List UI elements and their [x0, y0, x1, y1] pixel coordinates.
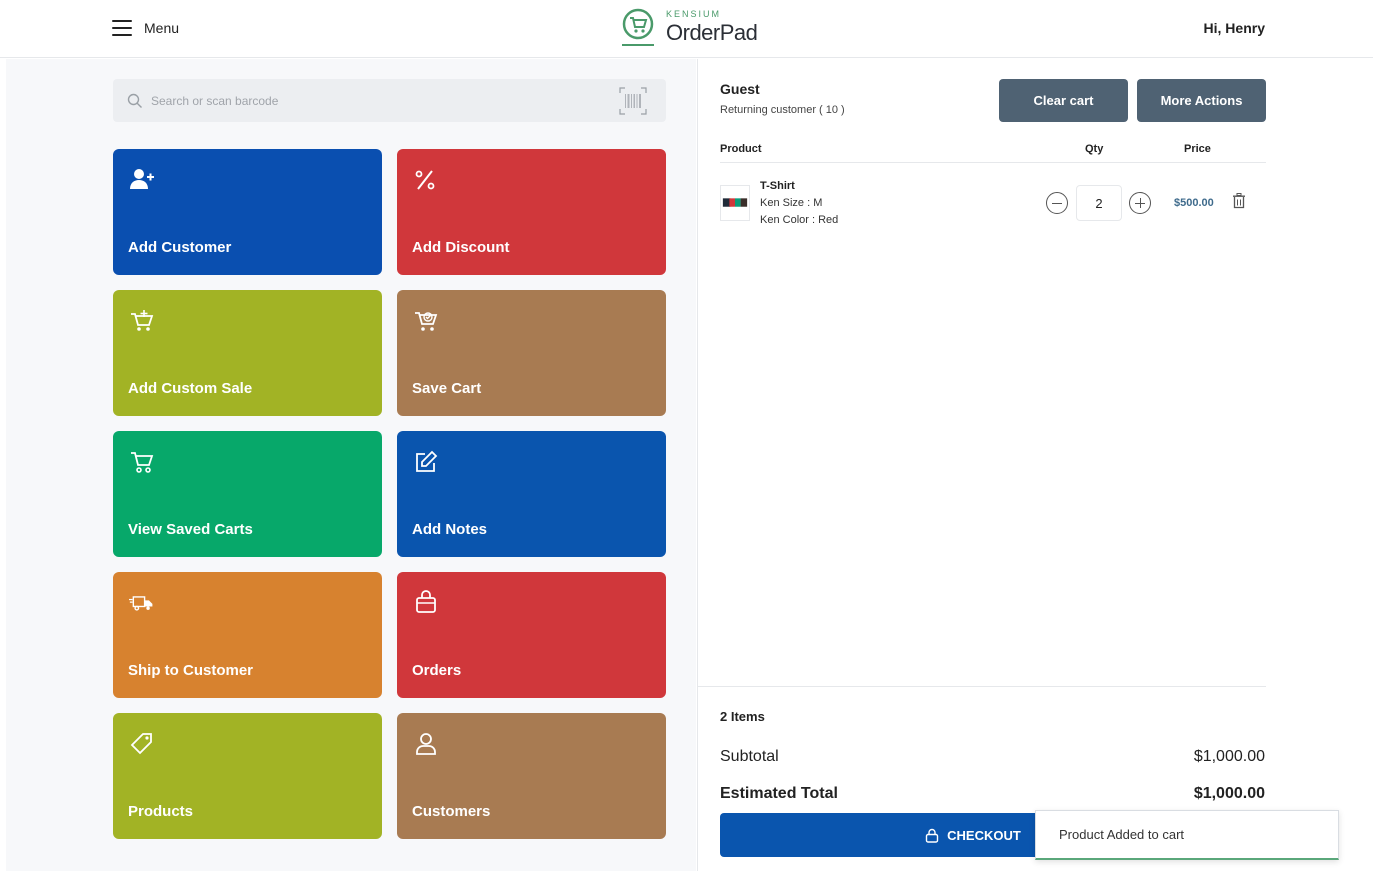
tile-add-discount[interactable]: Add Discount [397, 149, 666, 275]
header-divider [720, 162, 1266, 163]
estimated-total-label: Estimated Total [720, 785, 838, 802]
user-icon [416, 733, 436, 755]
hamburger-icon [112, 20, 132, 36]
top-header: Menu KENSIUM OrderPad Hi, Henry [0, 0, 1373, 58]
tile-customers[interactable]: Customers [397, 713, 666, 839]
tile-label: Save Cart [412, 380, 482, 397]
logo-brand: KENSIUM [666, 9, 722, 19]
tile-label: Ship to Customer [128, 662, 254, 679]
item-count: 2 Items [720, 709, 765, 724]
customer-status: Returning customer ( 10 ) [720, 104, 845, 116]
qty-input[interactable] [1076, 185, 1122, 221]
user-greeting[interactable]: Hi, Henry [1204, 20, 1265, 36]
column-header-price: Price [1184, 143, 1211, 155]
tile-label: Add Customer [128, 239, 232, 256]
product-attribute: Ken Size : M [760, 197, 823, 209]
cart-panel: Guest Returning customer ( 10 ) Clear ca… [697, 59, 1368, 871]
trash-icon[interactable] [1232, 193, 1246, 209]
qty-decrease-button[interactable] [1046, 192, 1068, 214]
tile-label: Add Notes [412, 521, 487, 538]
bag-icon [416, 590, 436, 613]
action-panel: Add Customer Add Discount Add Custom Sal… [6, 59, 696, 871]
tile-products[interactable]: Products [113, 713, 382, 839]
estimated-total-value: $1,000.00 [1193, 785, 1265, 802]
tile-label: Products [128, 803, 194, 820]
barcode-scan-icon[interactable] [618, 86, 648, 116]
search-bar [113, 79, 666, 122]
column-header-qty: Qty [1085, 143, 1104, 155]
product-attribute: Ken Color : Red [760, 214, 839, 226]
app-logo: KENSIUM OrderPad [618, 6, 758, 48]
search-input[interactable] [151, 93, 591, 108]
column-header-product: Product [720, 143, 762, 155]
cart-icon [131, 452, 154, 473]
summary-divider [698, 686, 1266, 687]
menu-button[interactable]: Menu [112, 16, 179, 40]
toast-message: Product Added to cart [1059, 827, 1185, 842]
tile-label: Customers [412, 803, 491, 820]
search-icon [127, 93, 142, 108]
tile-add-notes[interactable]: Add Notes [397, 431, 666, 557]
toast-notification: Product Added to cart [1035, 810, 1339, 860]
logo-text: KENSIUM OrderPad [666, 9, 758, 45]
cart-save-icon [415, 312, 438, 331]
app-root: Menu KENSIUM OrderPad Hi, Henry Search o… [0, 0, 1373, 871]
tile-add-custom-sale[interactable]: Add Custom Sale [113, 290, 382, 416]
subtotal-value: $1,000.00 [1193, 748, 1265, 765]
subtotal-label: Subtotal [720, 748, 779, 765]
tile-label: Add Custom Sale [128, 380, 253, 397]
product-thumbnail [720, 185, 750, 221]
logo-cart-icon [622, 8, 654, 46]
more-actions-button[interactable]: More Actions [1137, 79, 1266, 122]
qty-increase-button[interactable] [1129, 192, 1151, 214]
edit-icon [416, 450, 438, 472]
customer-name: Guest [720, 81, 760, 97]
truck-icon [129, 596, 153, 611]
menu-label: Menu [144, 20, 180, 36]
tile-view-saved-carts[interactable]: View Saved Carts [113, 431, 382, 557]
add-user-icon [130, 169, 154, 189]
line-price: $500.00 [1174, 197, 1214, 209]
tile-label: Orders [412, 662, 462, 679]
tile-save-cart[interactable]: Save Cart [397, 290, 666, 416]
checkout-label: CHECKOUT [947, 827, 1021, 843]
clear-cart-button[interactable]: Clear cart [999, 79, 1128, 122]
cart-plus-icon [131, 310, 154, 331]
percent-icon [415, 170, 435, 190]
tile-label: View Saved Carts [128, 521, 253, 538]
logo-name: OrderPad [666, 20, 758, 45]
tile-ship-to-customer[interactable]: Ship to Customer [113, 572, 382, 698]
tile-label: Add Discount [412, 239, 510, 256]
lock-icon [925, 828, 939, 843]
tag-icon [130, 733, 152, 755]
tile-add-customer[interactable]: Add Customer [113, 149, 382, 275]
product-name[interactable]: T-Shirt [760, 180, 795, 192]
tile-orders[interactable]: Orders [397, 572, 666, 698]
